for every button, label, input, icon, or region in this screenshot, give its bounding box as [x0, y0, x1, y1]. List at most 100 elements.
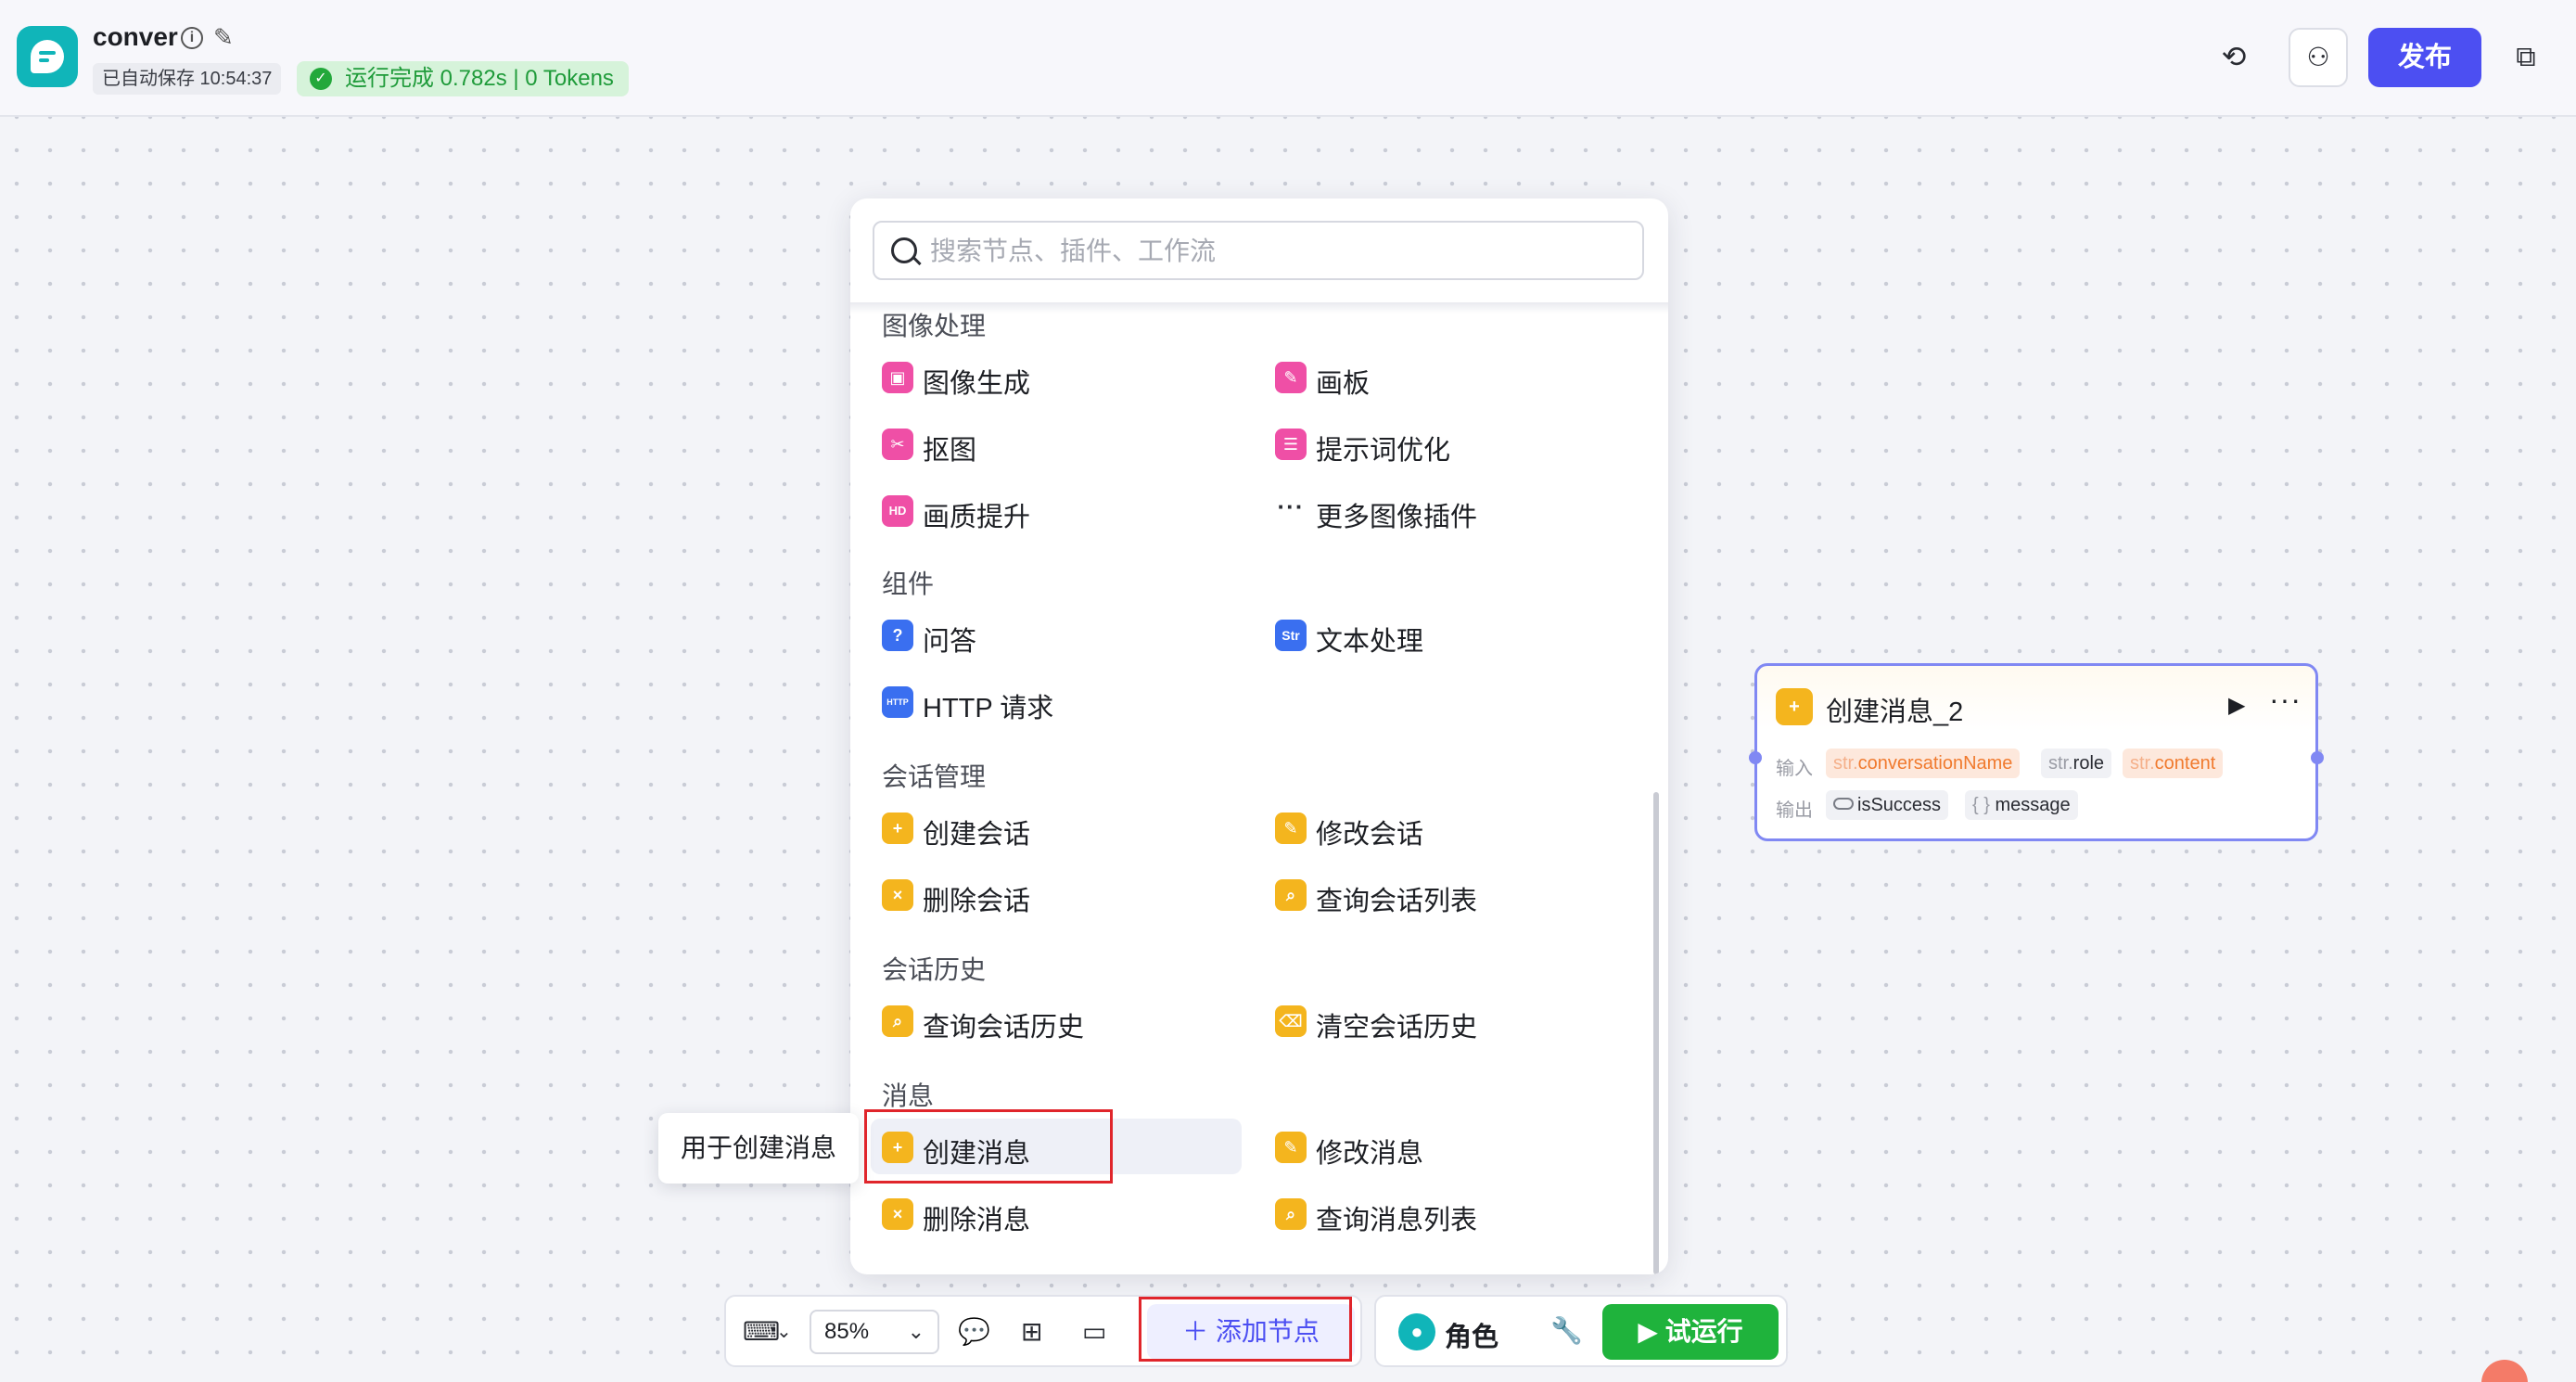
message-edit-icon: ✎: [1275, 1132, 1307, 1163]
publish-button[interactable]: 发布: [2368, 28, 2481, 87]
chevron-down-icon[interactable]: ⌄: [776, 1315, 792, 1349]
zoom-select[interactable]: 85% ⌄: [810, 1310, 939, 1354]
node-item-create-conversation[interactable]: + 创建会话: [871, 800, 1242, 855]
edit-icon[interactable]: ✎: [213, 23, 234, 52]
output-tag: { } message: [1965, 790, 2078, 820]
test-run-button[interactable]: ▶ 试运行: [1602, 1304, 1779, 1360]
node-item-clear-history[interactable]: ⌫ 清空会话历史: [1264, 992, 1635, 1048]
users-icon: ⚇: [2306, 43, 2330, 71]
node-item-list-messages[interactable]: ⌕ 查询消息列表: [1264, 1185, 1635, 1241]
message-delete-icon: ×: [882, 1198, 913, 1230]
node-tooltip: 用于创建消息: [658, 1113, 859, 1184]
node-label: 查询会话列表: [1316, 887, 1478, 916]
canvas-icon: ✎: [1275, 362, 1307, 393]
history-icon[interactable]: ⟲: [2214, 37, 2253, 76]
node-label: 删除消息: [923, 1206, 1031, 1235]
node-item-cutout[interactable]: ✂ 抠图: [871, 416, 1242, 471]
node-item-query-history[interactable]: ⌕ 查询会话历史: [871, 992, 1242, 1048]
node-item-image-enhance[interactable]: HD 画质提升: [871, 482, 1242, 538]
canvas-node-create-message[interactable]: + 创建消息_2 ▶ ··· 输入 str.conversationName s…: [1749, 663, 2324, 841]
input-tag: str.content: [2123, 749, 2224, 778]
node-label: 查询会话历史: [923, 1013, 1085, 1043]
node-item-canvas[interactable]: ✎ 画板: [1264, 349, 1635, 404]
tag-type: str.: [2048, 753, 2073, 774]
node-label: 查询消息列表: [1316, 1206, 1478, 1235]
search-input[interactable]: [930, 230, 1616, 273]
node-label: 删除会话: [923, 887, 1031, 916]
input-mode-icon[interactable]: ⌨: [743, 1315, 780, 1349]
run-status-badge: ✓ 运行完成 0.782s | 0 Tokens: [297, 61, 629, 96]
node-label: 图像生成: [923, 369, 1031, 399]
tag-type: { }: [1972, 795, 1990, 815]
output-tag: isSuccess: [1826, 790, 1949, 820]
node-label: 画质提升: [923, 503, 1031, 532]
search-box[interactable]: [873, 221, 1644, 280]
plus-icon: ＋: [1182, 1317, 1209, 1346]
node-item-prompt-optimize[interactable]: ☰ 提示词优化: [1264, 416, 1635, 471]
section-title-message: 消息: [882, 1081, 935, 1110]
input-port[interactable]: [1749, 751, 1762, 764]
layout-icon[interactable]: ⧉: [2506, 37, 2546, 78]
more-icon[interactable]: ···: [2269, 683, 2302, 717]
info-icon[interactable]: i: [181, 27, 203, 49]
node-label: 创建会话: [923, 820, 1031, 850]
grid-icon[interactable]: ⊞: [1021, 1315, 1042, 1349]
node-item-edit-conversation[interactable]: ✎ 修改会话: [1264, 800, 1635, 855]
node-label: 提示词优化: [1316, 436, 1451, 466]
cutout-icon: ✂: [882, 429, 913, 460]
node-item-edit-message[interactable]: ✎ 修改消息: [1264, 1119, 1635, 1174]
check-circle-icon: ✓: [310, 68, 332, 90]
node-title: 创建消息_2: [1826, 697, 1964, 727]
more-dots-icon: ···: [1277, 493, 1305, 520]
minimap-icon[interactable]: ▭: [1082, 1315, 1106, 1349]
node-item-text-process[interactable]: Str 文本处理: [1264, 607, 1635, 662]
node-label: 创建消息: [923, 1139, 1031, 1169]
collaborators-button[interactable]: ⚇: [2289, 28, 2348, 87]
tag-name: content: [2154, 753, 2216, 774]
top-header: conver i ✎ 已自动保存 10:54:37 ✓ 运行完成 0.782s …: [0, 0, 2576, 117]
node-item-more-image-plugins[interactable]: ··· 更多图像插件: [1264, 482, 1635, 538]
hd-icon: HD: [882, 495, 913, 527]
tag-name: message: [1995, 795, 2071, 815]
chat-search-icon: ⌕: [1275, 879, 1307, 911]
role-avatar-icon[interactable]: ●: [1398, 1313, 1435, 1350]
node-item-delete-conversation[interactable]: × 删除会话: [871, 866, 1242, 922]
section-title-components: 组件: [882, 569, 935, 598]
play-icon: ▶: [1638, 1317, 1658, 1346]
http-icon: HTTP: [882, 686, 913, 718]
autosave-status: 已自动保存 10:54:37: [93, 63, 282, 95]
bottom-toolbar: ⌨ ⌄ 85% ⌄ 💬 ⊞ ▭ ＋ 添加节点: [724, 1295, 1362, 1367]
run-status-text: 运行完成 0.782s | 0 Tokens: [345, 66, 614, 91]
tag-name: conversationName: [1857, 753, 2013, 774]
node-label: 修改会话: [1316, 820, 1424, 850]
panel-scrollbar[interactable]: [1653, 792, 1659, 1274]
node-item-delete-message[interactable]: × 删除消息: [871, 1185, 1242, 1241]
node-label: HTTP 请求: [923, 694, 1054, 723]
assistant-float-icon[interactable]: [2481, 1360, 2528, 1382]
node-label: 清空会话历史: [1316, 1013, 1478, 1043]
add-node-button[interactable]: ＋ 添加节点: [1147, 1304, 1355, 1360]
node-item-create-message[interactable]: + 创建消息: [871, 1119, 1242, 1174]
add-node-panel: 图像处理 ▣ 图像生成 ✎ 画板 ✂ 抠图 ☰ 提示词优化 HD 画质提升 ··…: [850, 198, 1668, 1274]
play-icon[interactable]: ▶: [2228, 692, 2245, 719]
section-title-conversation: 会话管理: [882, 762, 987, 791]
input-tag: str.role: [2041, 749, 2112, 778]
message-add-icon: +: [882, 1132, 913, 1163]
role-button[interactable]: 角色: [1445, 1315, 1498, 1354]
node-item-http-request[interactable]: HTTP HTTP 请求: [871, 673, 1242, 729]
chat-add-icon: +: [882, 813, 913, 844]
node-item-list-conversations[interactable]: ⌕ 查询会话列表: [1264, 866, 1635, 922]
node-label: 画板: [1316, 369, 1371, 399]
list-icon: ☰: [1275, 429, 1307, 460]
chat-delete-icon: ×: [882, 879, 913, 911]
wrench-icon[interactable]: 🔧: [1550, 1315, 1583, 1346]
comment-icon[interactable]: 💬: [958, 1315, 990, 1349]
output-port[interactable]: [2311, 751, 2324, 764]
chevron-down-icon: ⌄: [907, 1320, 925, 1343]
history-search-icon: ⌕: [882, 1005, 913, 1037]
input-tag: str.conversationName: [1826, 749, 2021, 778]
node-item-image-generate[interactable]: ▣ 图像生成: [871, 349, 1242, 404]
search-icon: [891, 237, 917, 263]
tag-type: str.: [1833, 753, 1858, 774]
node-item-qa[interactable]: ? 问答: [871, 607, 1242, 662]
